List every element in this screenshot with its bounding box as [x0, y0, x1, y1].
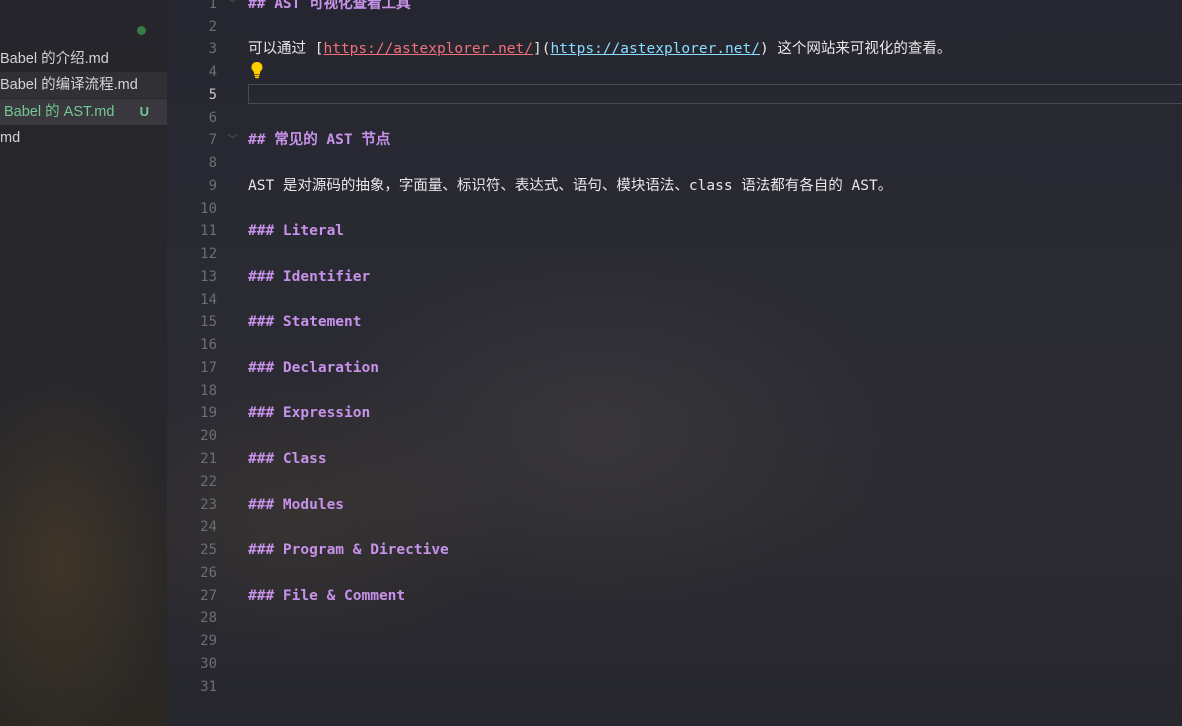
- line-number: 26: [200, 565, 217, 581]
- line-number: 22: [200, 474, 217, 490]
- line-content: ## AST 可视化查看工具: [248, 0, 411, 12]
- editor-line[interactable]: 10: [167, 198, 1182, 220]
- line-content: ### Program & Directive: [248, 542, 449, 558]
- editor-line[interactable]: 26: [167, 562, 1182, 584]
- line-number: 28: [200, 610, 217, 626]
- explorer-file-item[interactable]: Babel 的编译流程.md: [0, 72, 167, 98]
- file-name: md: [0, 130, 21, 146]
- editor-line[interactable]: 18: [167, 380, 1182, 402]
- vscode-window: Babel 的介绍.md Babel 的编译流程.md Babel 的 AST.…: [0, 0, 1182, 726]
- line-number: 19: [200, 405, 217, 421]
- editor-line[interactable]: 15 ### Statement: [167, 311, 1182, 333]
- line-number: 12: [200, 246, 217, 262]
- editor-line[interactable]: 16: [167, 334, 1182, 356]
- editor-line[interactable]: 22: [167, 471, 1182, 493]
- line-number: 6: [208, 110, 217, 126]
- editor-line[interactable]: 28: [167, 607, 1182, 629]
- line-number: 1: [208, 0, 217, 12]
- text-segment: 可以通过 [: [248, 41, 324, 57]
- line-number: 2: [208, 19, 217, 35]
- line-content: ### Literal: [248, 223, 345, 239]
- line-content: 可以通过 [https://astexplorer.net/](https://…: [248, 38, 951, 60]
- editor-line[interactable]: 2: [167, 16, 1182, 38]
- line-number: 18: [200, 383, 217, 399]
- line-number: 3: [208, 41, 217, 57]
- editor-line[interactable]: 20: [167, 425, 1182, 447]
- editor-line[interactable]: 5: [167, 84, 1182, 106]
- line-content: ### Identifier: [248, 269, 371, 285]
- explorer-sidebar: Babel 的介绍.md Babel 的编译流程.md Babel 的 AST.…: [0, 0, 167, 726]
- git-untracked-badge: U: [139, 104, 149, 119]
- file-name: Babel 的介绍.md: [0, 51, 109, 67]
- line-number: 27: [200, 588, 217, 604]
- editor-line[interactable]: 30: [167, 653, 1182, 675]
- line-number: 24: [200, 519, 217, 535]
- line-content: AST 是对源码的抽象，字面量、标识符、表达式、语句、模块语法、class 语法…: [248, 178, 893, 194]
- line-number: 8: [208, 155, 217, 171]
- text-segment: ) 这个网站来可视化的查看。: [759, 41, 952, 57]
- line-number: 14: [200, 292, 217, 308]
- editor-line[interactable]: 23 ### Modules: [167, 494, 1182, 516]
- editor-line[interactable]: 27 ### File & Comment: [167, 585, 1182, 607]
- editor-line[interactable]: 11 ### Literal: [167, 220, 1182, 242]
- editor-line[interactable]: 17 ### Declaration: [167, 357, 1182, 379]
- line-number: 13: [200, 269, 217, 285]
- text-segment: ](: [532, 41, 551, 57]
- explorer-file-item-active[interactable]: Babel 的 AST.md U: [0, 99, 167, 125]
- line-content: ### Modules: [248, 497, 345, 513]
- line-number: 4: [208, 64, 217, 80]
- line-number: 15: [200, 314, 217, 330]
- editor-line[interactable]: 8: [167, 152, 1182, 174]
- editor-line[interactable]: 7 ﹀ ## 常见的 AST 节点: [167, 129, 1182, 151]
- editor-line[interactable]: 25 ### Program & Directive: [167, 539, 1182, 561]
- editor-line[interactable]: 3 可以通过 [https://astexplorer.net/](https:/…: [167, 38, 1182, 60]
- editor-line[interactable]: 4: [167, 61, 1182, 83]
- line-number: 10: [200, 201, 217, 217]
- editor-line[interactable]: 9 AST 是对源码的抽象，字面量、标识符、表达式、语句、模块语法、class 语…: [167, 175, 1182, 197]
- editor-line[interactable]: 19 ### Expression: [167, 402, 1182, 424]
- chevron-down-icon[interactable]: ﹀: [227, 129, 238, 151]
- editor-line[interactable]: 12: [167, 243, 1182, 265]
- line-number: 17: [200, 360, 217, 376]
- editor-line[interactable]: 1 ﹀ ## AST 可视化查看工具: [167, 0, 1182, 15]
- line-number: 20: [200, 428, 217, 444]
- line-content: ### Class: [248, 451, 327, 467]
- editor-line[interactable]: 6: [167, 107, 1182, 129]
- line-number: 23: [200, 497, 217, 513]
- code-editor[interactable]: 1 ﹀ ## AST 可视化查看工具 2 3 可以通过 [https://astexplo…: [167, 0, 1182, 726]
- file-name: Babel 的 AST.md: [4, 104, 115, 120]
- line-number: 29: [200, 633, 217, 649]
- editor-line[interactable]: 14: [167, 289, 1182, 311]
- line-number: 30: [200, 656, 217, 672]
- line-content: ## 常见的 AST 节点: [248, 132, 391, 148]
- line-number: 7: [208, 132, 217, 148]
- line-content: ### Declaration: [248, 360, 379, 376]
- git-modified-dot-icon: [137, 26, 146, 35]
- editor-line[interactable]: 29: [167, 630, 1182, 652]
- line-number: 9: [208, 178, 217, 194]
- explorer-file-item[interactable]: md: [0, 125, 167, 151]
- editor-line[interactable]: 21 ### Class: [167, 448, 1182, 470]
- line-content: ### Expression: [248, 405, 371, 421]
- file-name: Babel 的编译流程.md: [0, 77, 138, 93]
- explorer-file-item[interactable]: Babel 的介绍.md: [0, 46, 167, 72]
- markdown-link-text[interactable]: https://astexplorer.net/: [323, 41, 533, 57]
- line-number: 11: [200, 223, 217, 239]
- editor-line[interactable]: 13 ### Identifier: [167, 266, 1182, 288]
- line-number: 21: [200, 451, 217, 467]
- chevron-down-icon[interactable]: ﹀: [227, 0, 238, 15]
- line-number: 5: [208, 87, 217, 103]
- editor-line[interactable]: 31: [167, 676, 1182, 698]
- line-content: ### Statement: [248, 314, 362, 330]
- markdown-link-url[interactable]: https://astexplorer.net/: [550, 41, 760, 57]
- line-number: 16: [200, 337, 217, 353]
- line-content: ### File & Comment: [248, 588, 406, 604]
- line-number: 25: [200, 542, 217, 558]
- line-number: 31: [200, 679, 217, 695]
- editor-line[interactable]: 24: [167, 516, 1182, 538]
